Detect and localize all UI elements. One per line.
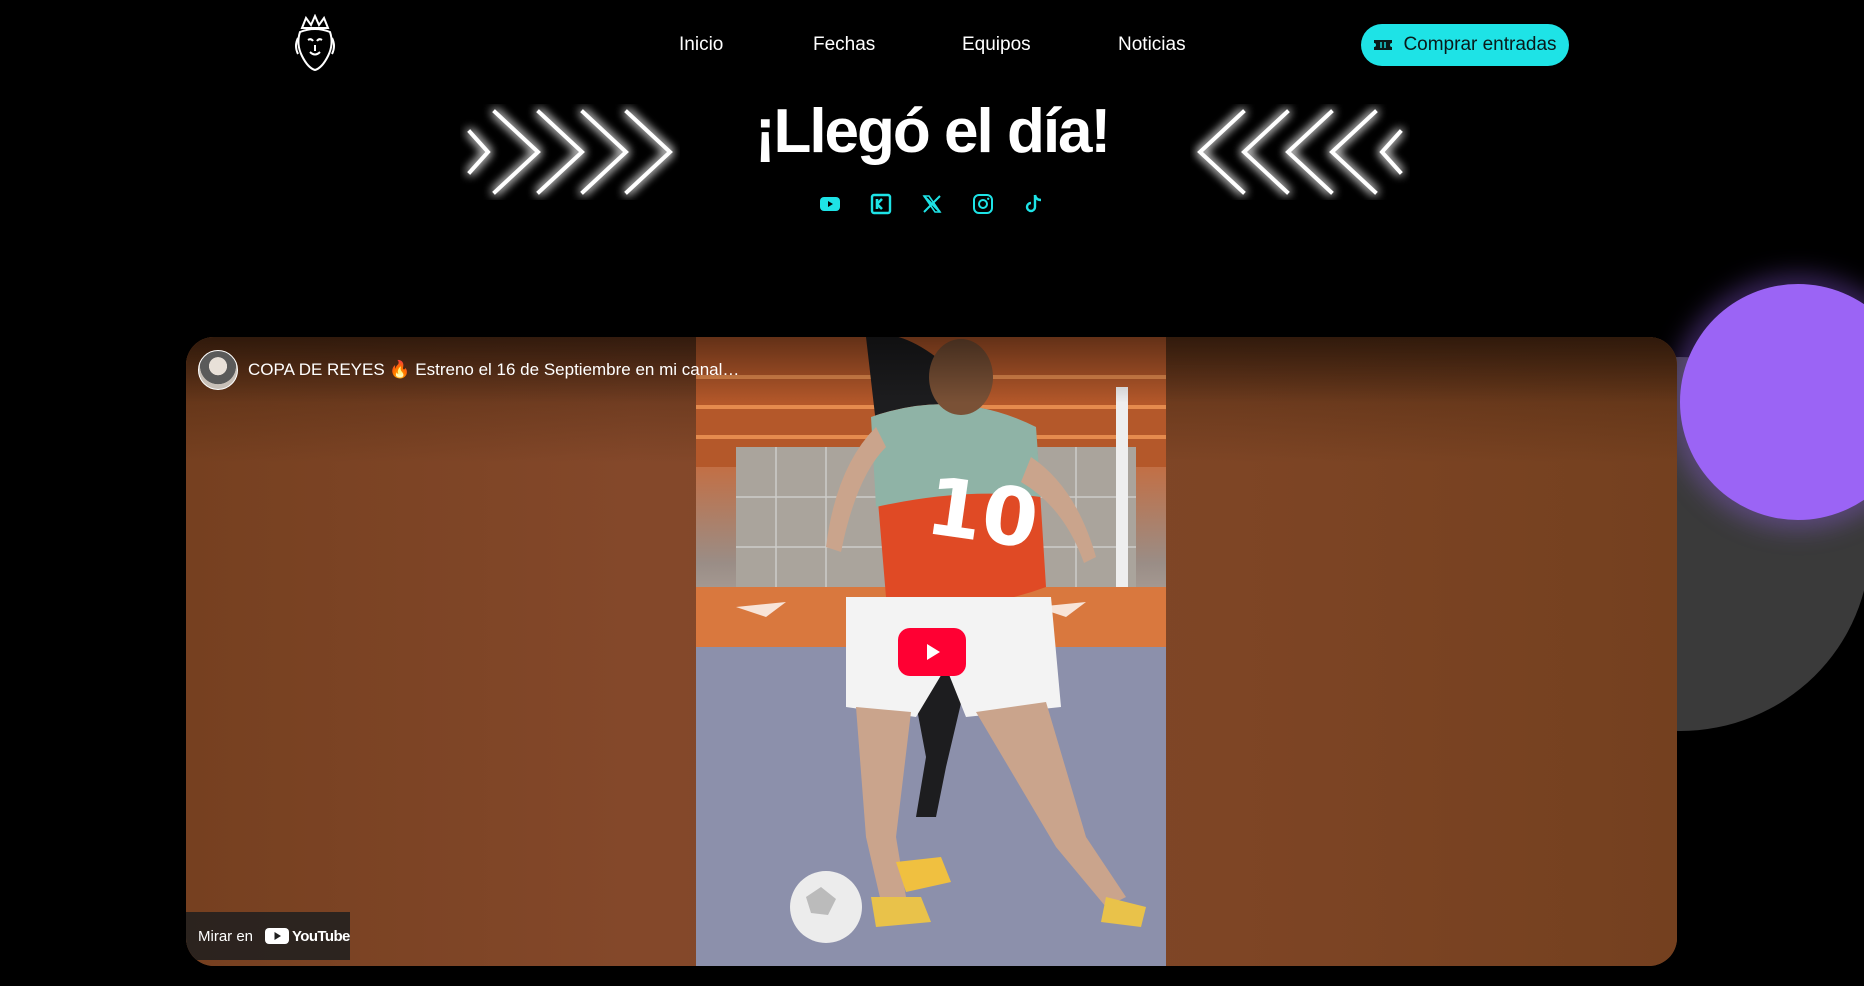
youtube-icon [820,197,840,211]
play-button[interactable] [898,628,966,676]
ticket-icon [1374,40,1393,50]
youtube-video-embed[interactable]: 10 COPA DE REYES 🔥 Estreno el 16 de Sept… [186,337,1677,966]
nav-link-inicio[interactable]: Inicio [679,34,723,56]
kick-icon [870,193,892,215]
kick-link[interactable] [869,192,893,216]
tiktok-icon [1025,194,1042,213]
watch-on-label: Mirar en [198,927,254,945]
youtube-link[interactable] [818,192,842,216]
hero-title: ¡Llegó el día! [754,97,1111,166]
channel-avatar[interactable] [198,350,238,390]
video-title[interactable]: COPA DE REYES 🔥 Estreno el 16 de Septiem… [248,360,739,380]
play-icon [927,644,940,660]
instagram-link[interactable] [971,192,995,216]
chevrons-left-decoration-icon [1197,109,1403,195]
tiktok-link[interactable] [1022,192,1046,216]
nav-link-noticias[interactable]: Noticias [1118,34,1186,56]
social-links [0,192,1864,216]
buy-tickets-label: Comprar entradas [1403,34,1557,55]
buy-tickets-button[interactable]: Comprar entradas [1361,24,1569,66]
video-title-bar: COPA DE REYES 🔥 Estreno el 16 de Septiem… [186,337,1677,403]
youtube-logo: YouTube [265,927,350,945]
main-nav: Inicio Fechas Equipos Noticias [0,34,1864,58]
instagram-icon [973,194,993,214]
x-link[interactable] [920,192,944,216]
nav-link-equipos[interactable]: Equipos [962,34,1031,56]
nav-link-fechas[interactable]: Fechas [813,34,875,56]
youtube-logo-icon [265,928,290,944]
watch-on-youtube-button[interactable]: Mirar en YouTube [186,912,350,960]
youtube-wordmark: YouTube [292,927,350,945]
x-icon [922,195,942,213]
